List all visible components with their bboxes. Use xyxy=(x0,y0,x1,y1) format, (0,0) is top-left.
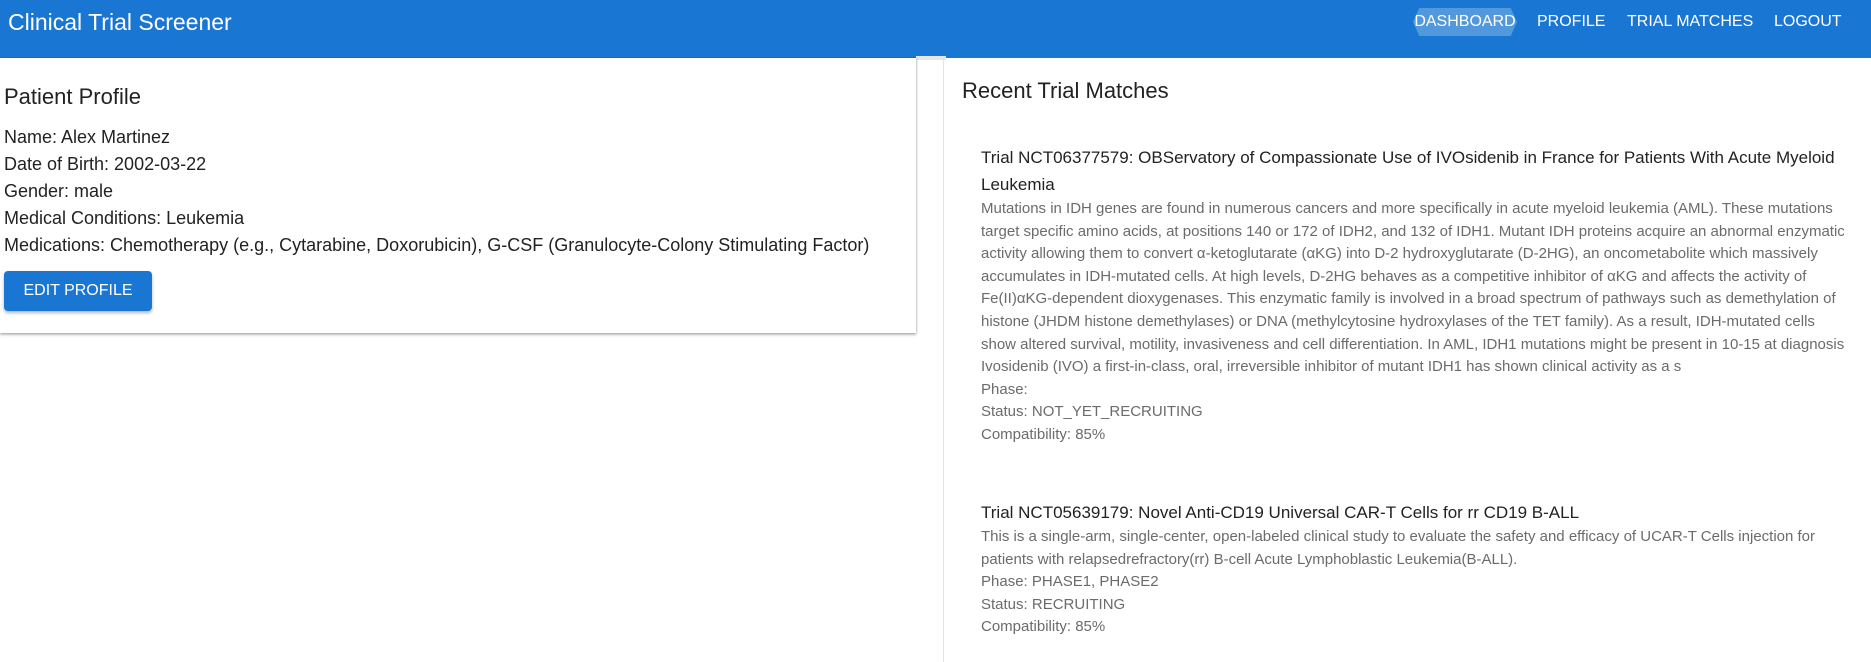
trial-phase: Phase: xyxy=(981,380,1028,398)
trial-card[interactable]: Trial NCT05639179: Novel Anti-CD19 Unive… xyxy=(981,499,1851,639)
nav-dashboard-button[interactable]: DASHBOARD xyxy=(1413,8,1517,36)
trial-status: Status: RECRUITING xyxy=(981,595,1126,613)
trial-compatibility: Compatibility: 85% xyxy=(981,618,1106,636)
trial-description: This is a single-arm, single-center, ope… xyxy=(981,528,1816,568)
edit-profile-button[interactable]: EDIT PROFILE xyxy=(4,271,152,311)
profile-dob: Date of Birth: 2002-03-22 xyxy=(4,154,207,174)
trial-title[interactable]: Trial NCT06377579: OBServatory of Compas… xyxy=(981,144,1851,198)
profile-heading: Patient Profile xyxy=(4,84,141,109)
profile-details: Name: Alex Martinez Date of Birth: 2002-… xyxy=(4,124,869,259)
profile-medications: Medications: Chemotherapy (e.g., Cytarab… xyxy=(4,235,870,255)
profile-name: Name: Alex Martinez xyxy=(4,127,171,147)
profile-gender: Gender: male xyxy=(4,181,114,201)
trial-description: Mutations in IDH genes are found in nume… xyxy=(981,200,1845,376)
trial-card[interactable]: Trial NCT06377579: OBServatory of Compas… xyxy=(981,144,1851,447)
trial-status: Status: NOT_YET_RECRUITING xyxy=(981,403,1203,421)
trial-matches-panel: Recent Trial Matches Trial NCT06377579: … xyxy=(943,58,1871,662)
trial-compatibility: Compatibility: 85% xyxy=(981,425,1106,443)
nav-trial-matches-button[interactable]: TRIAL MATCHES xyxy=(1623,8,1757,36)
panel-divider xyxy=(916,56,946,60)
profile-conditions: Medical Conditions: Leukemia xyxy=(4,208,245,228)
app-title: Clinical Trial Screener xyxy=(8,9,232,35)
patient-profile-card: Patient Profile Name: Alex Martinez Date… xyxy=(0,58,916,333)
nav-profile-button[interactable]: PROFILE xyxy=(1533,8,1609,36)
matches-heading: Recent Trial Matches xyxy=(962,78,1169,103)
trial-title[interactable]: Trial NCT05639179: Novel Anti-CD19 Unive… xyxy=(981,499,1851,526)
app-bar: Clinical Trial Screener DASHBOARD PROFIL… xyxy=(0,0,1871,58)
trial-phase: Phase: PHASE1, PHASE2 xyxy=(981,573,1159,591)
nav-logout-button[interactable]: LOGOUT xyxy=(1770,8,1846,36)
